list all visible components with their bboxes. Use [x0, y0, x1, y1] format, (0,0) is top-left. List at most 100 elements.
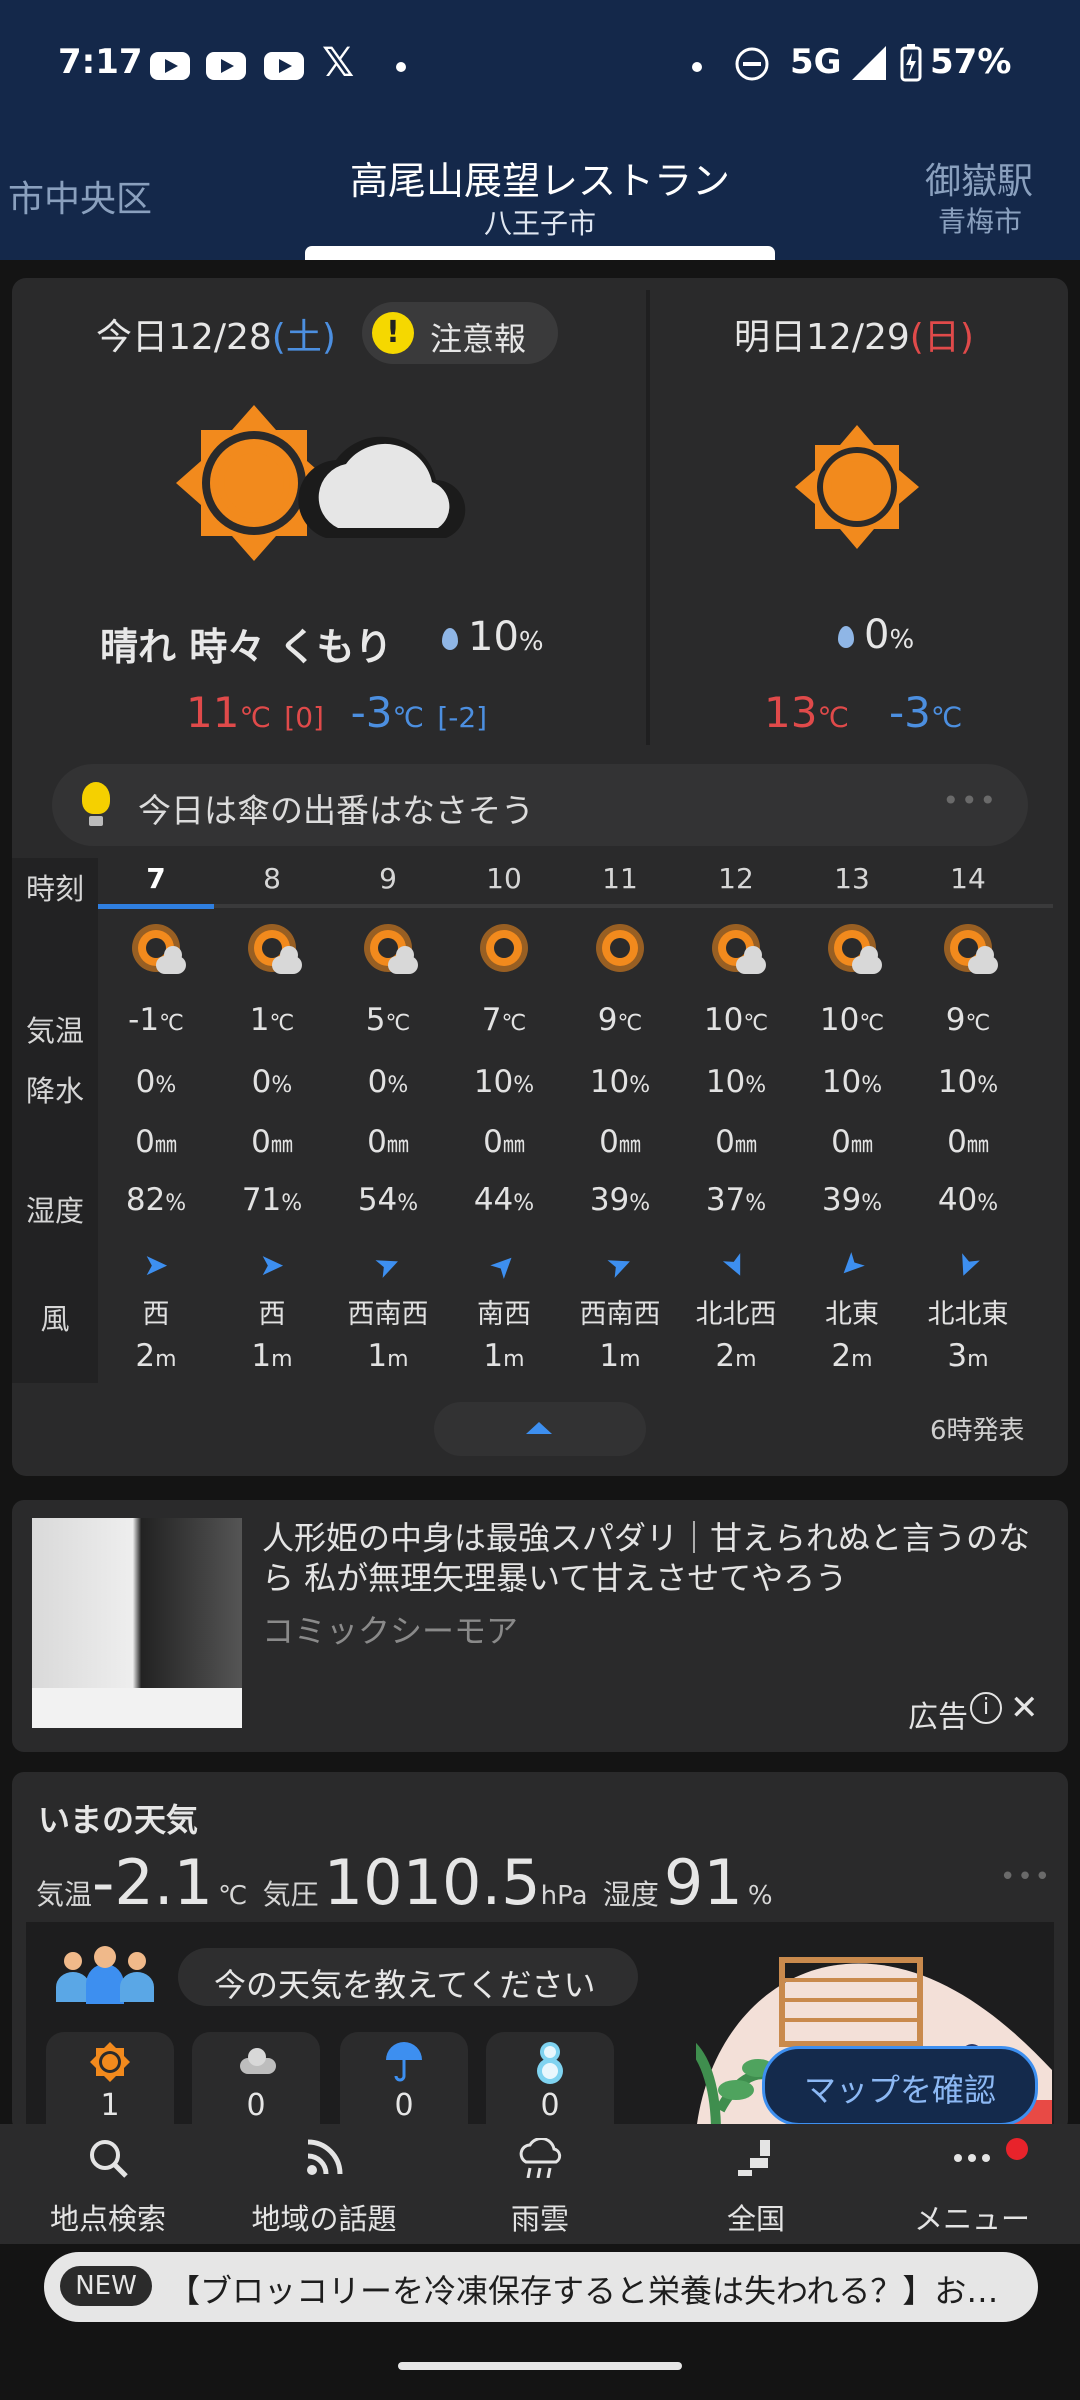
close-icon[interactable]: ✕	[1010, 1688, 1039, 1728]
do-not-disturb-icon	[735, 47, 769, 81]
today-date: 今日12/28(土)	[96, 317, 336, 358]
home-indicator[interactable]	[398, 2362, 682, 2370]
hourly-humidity: 54%	[357, 1182, 419, 1218]
battery-charging-icon	[900, 44, 922, 82]
news-headline: 【ブロッコリーを冷凍保存すると栄養は失われる？】お…	[168, 2272, 999, 2310]
hourly-precip-amount: 0㎜	[251, 1124, 293, 1160]
sun-cloud-icon	[678, 922, 794, 982]
location-next[interactable]: 御嶽駅	[925, 152, 1033, 204]
network-type: 5G	[790, 42, 842, 82]
hour-label: 11	[602, 862, 638, 895]
nav-menu[interactable]: メニュー	[864, 2124, 1080, 2244]
weather-report-prompt[interactable]: 今の天気を教えてください	[178, 1948, 638, 2006]
current-weather-title: いまの天気	[38, 1801, 199, 1839]
sun-icon	[446, 922, 562, 982]
tomorrow-date: 明日12/29(日)	[734, 317, 974, 358]
nav-rain-radar[interactable]: 雨雲	[432, 2124, 648, 2244]
hourly-precip-chance: 10%	[589, 1064, 651, 1100]
wind-direction-arrow-icon: ➤	[830, 1244, 874, 1287]
sun-cloud-icon	[794, 922, 910, 982]
raindrop-icon	[442, 628, 458, 650]
hour-label: 13	[834, 862, 870, 895]
hourly-temp: 9℃	[597, 1002, 643, 1038]
youtube-icon	[206, 52, 246, 80]
ad-label: 広告	[908, 1700, 968, 1735]
hour-scale	[98, 904, 1053, 908]
tomorrow-high: 13	[764, 688, 818, 737]
map-button[interactable]: マップを確認	[762, 2046, 1038, 2126]
hourly-humidity: 39%	[821, 1182, 883, 1218]
hourly-temp: 10℃	[703, 1002, 769, 1038]
news-ticker[interactable]: NEW 【ブロッコリーを冷凍保存すると栄養は失われる？】お…	[44, 2252, 1038, 2322]
row-label-precip: 降水	[25, 1074, 84, 1108]
today-high-diff: [0]	[284, 701, 324, 734]
hourly-temp: 7℃	[481, 1002, 527, 1038]
current-temp: -2.1	[92, 1846, 213, 1919]
hourly-humidity: 39%	[589, 1182, 651, 1218]
nav-nationwide[interactable]: 全国	[648, 2124, 864, 2244]
day-divider	[646, 290, 650, 745]
search-icon	[90, 2140, 128, 2178]
hourly-wind-speed: 3m	[947, 1338, 989, 1374]
hourly-temp: 10℃	[819, 1002, 885, 1038]
hourly-wind-direction: 北東	[825, 1299, 879, 1330]
alert-label: 注意報	[430, 320, 527, 358]
nav-search[interactable]: 地点検索	[0, 2124, 216, 2244]
hour-label: 8	[263, 862, 281, 895]
hour-label: 12	[718, 862, 754, 895]
today-condition: 晴れ 時々 くもり	[100, 625, 393, 669]
vote-count: 1	[100, 2088, 120, 2123]
hourly-wind-direction: 北北東	[927, 1299, 1009, 1330]
sun-cloud-icon	[910, 922, 1026, 982]
wind-direction-arrow-icon: ➤	[714, 1246, 758, 1285]
sun-icon	[795, 425, 919, 549]
more-icon[interactable]: •••	[942, 784, 998, 817]
hourly-wind-speed: 2m	[831, 1338, 873, 1374]
sun-icon	[562, 922, 678, 982]
ad-title[interactable]: 人形姫の中身は最強スパダリ｜甘えられぬと言うのなら 私が無理矢理暴いて甘えさせて…	[262, 1518, 1048, 1598]
hourly-precip-amount: 0㎜	[715, 1124, 757, 1160]
hourly-precip-amount: 0㎜	[599, 1124, 641, 1160]
wind-direction-arrow-icon: ➤	[143, 1248, 169, 1283]
hourly-precip-amount: 0㎜	[831, 1124, 873, 1160]
today-weekday: 土	[285, 317, 322, 358]
hourly-wind-speed: 1m	[367, 1338, 409, 1374]
umbrella-tip[interactable]: 今日は傘の出番はなさそう •••	[52, 764, 1028, 846]
lightbulb-icon	[82, 782, 110, 826]
alert-icon: !	[372, 312, 414, 354]
notification-badge	[1006, 2138, 1028, 2160]
today-precip: 10%	[442, 614, 544, 660]
today-low-diff: [-2]	[437, 701, 488, 734]
hourly-precip-chance: 0%	[251, 1064, 293, 1100]
hourly-temp: 9℃	[945, 1002, 991, 1038]
hourly-temp: 5℃	[365, 1002, 411, 1038]
location-title: 高尾山展望レストラン	[349, 159, 730, 203]
hourly-humidity: 82%	[125, 1182, 187, 1218]
hour-label: 14	[950, 862, 986, 895]
hourly-precip-chance: 10%	[705, 1064, 767, 1100]
more-icon[interactable]: •••	[1000, 1862, 1052, 1892]
hourly-wind-speed: 1m	[483, 1338, 525, 1374]
alert-badge[interactable]: ! 注意報	[362, 302, 558, 364]
location-tab-indicator	[305, 246, 775, 260]
current-hour-indicator	[98, 904, 214, 909]
ad-image[interactable]	[32, 1518, 242, 1728]
collapse-button[interactable]	[434, 1402, 646, 1456]
current-humidity: 91	[663, 1846, 743, 1919]
hourly-wind-direction: 西南西	[579, 1299, 661, 1330]
info-icon[interactable]: i	[970, 1692, 1002, 1724]
hour-label: 9	[379, 862, 397, 895]
row-label-wind: 風	[40, 1302, 70, 1336]
hourly-humidity: 71%	[241, 1182, 303, 1218]
hourly-precip-amount: 0㎜	[947, 1124, 989, 1160]
youtube-icon	[264, 52, 304, 80]
wind-direction-arrow-icon: ➤	[259, 1248, 285, 1283]
today-temps: 11℃ [0] -3℃ [-2]	[186, 688, 488, 737]
signal-icon	[852, 46, 886, 80]
wind-direction-arrow-icon: ➤	[947, 1247, 989, 1284]
notification-dot-icon	[692, 62, 702, 72]
nav-local-topics[interactable]: 地域の話題	[216, 2124, 432, 2244]
vote-count: 0	[394, 2088, 414, 2123]
new-badge: NEW	[60, 2266, 152, 2306]
hourly-precip-amount: 0㎜	[367, 1124, 409, 1160]
